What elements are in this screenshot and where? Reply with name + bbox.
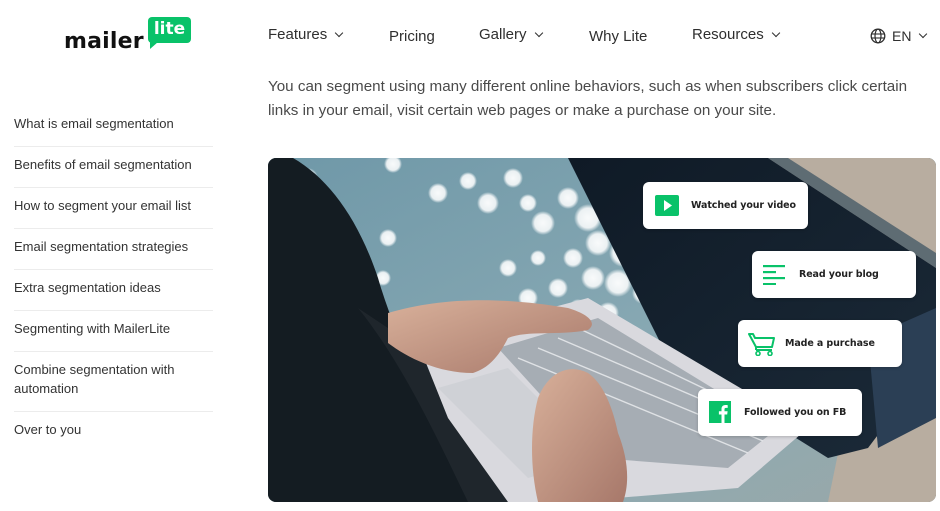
card-label: Made a purchase bbox=[785, 338, 875, 349]
blog-lines-icon bbox=[763, 265, 785, 285]
toc-item-what-is-email-segmentation[interactable]: What is email segmentation bbox=[14, 106, 213, 147]
site-header: mailer lite Features Pricing Gallery Why… bbox=[0, 0, 940, 70]
intro-paragraph: You can segment using many different onl… bbox=[268, 78, 908, 119]
nav-why-lite-label: Why Lite bbox=[589, 28, 648, 45]
toc-item-segmenting-with-mailerlite[interactable]: Segmenting with MailerLite bbox=[14, 311, 213, 352]
toc-item-extra-ideas[interactable]: Extra segmentation ideas bbox=[14, 270, 213, 311]
language-label: EN bbox=[892, 28, 912, 44]
nav-pricing-label: Pricing bbox=[389, 28, 435, 45]
card-label: Followed you on FB bbox=[744, 407, 847, 418]
behavior-card-watched-video: Watched your video bbox=[643, 182, 808, 229]
toc-item-how-to-segment[interactable]: How to segment your email list bbox=[14, 188, 213, 229]
nav-pricing[interactable]: Pricing bbox=[389, 28, 435, 45]
toc-item-over-to-you[interactable]: Over to you bbox=[14, 412, 213, 452]
language-selector[interactable]: EN bbox=[870, 28, 928, 44]
behavior-card-read-blog: Read your blog bbox=[752, 251, 916, 298]
chevron-down-icon bbox=[919, 29, 928, 39]
nav-resources-label: Resources bbox=[692, 26, 764, 43]
facebook-icon bbox=[709, 401, 731, 423]
nav-features[interactable]: Features bbox=[268, 26, 344, 43]
behavior-card-made-purchase: Made a purchase bbox=[738, 320, 902, 367]
hero-image: Watched your video Read your blog Made a… bbox=[268, 158, 936, 502]
toc-item-combine-with-automation[interactable]: Combine segmentation with automation bbox=[14, 352, 213, 412]
main-nav: Features Pricing Gallery Why Lite Resour… bbox=[0, 26, 940, 46]
nav-gallery-label: Gallery bbox=[479, 26, 527, 43]
chevron-down-icon bbox=[534, 28, 543, 37]
behavior-card-followed-fb: Followed you on FB bbox=[698, 389, 862, 436]
toc-item-strategies[interactable]: Email segmentation strategies bbox=[14, 229, 213, 270]
nav-gallery[interactable]: Gallery bbox=[479, 26, 543, 43]
shopping-cart-icon bbox=[748, 333, 775, 356]
toc-item-benefits[interactable]: Benefits of email segmentation bbox=[14, 147, 213, 188]
card-label: Watched your video bbox=[691, 200, 796, 211]
card-label: Read your blog bbox=[799, 269, 879, 280]
chevron-down-icon bbox=[771, 28, 780, 37]
chevron-down-icon bbox=[334, 28, 344, 37]
table-of-contents: What is email segmentation Benefits of e… bbox=[14, 106, 213, 452]
play-video-icon bbox=[655, 195, 679, 216]
nav-resources[interactable]: Resources bbox=[692, 26, 780, 43]
nav-why-lite[interactable]: Why Lite bbox=[589, 28, 647, 45]
globe-icon bbox=[870, 28, 886, 44]
nav-features-label: Features bbox=[268, 26, 328, 43]
